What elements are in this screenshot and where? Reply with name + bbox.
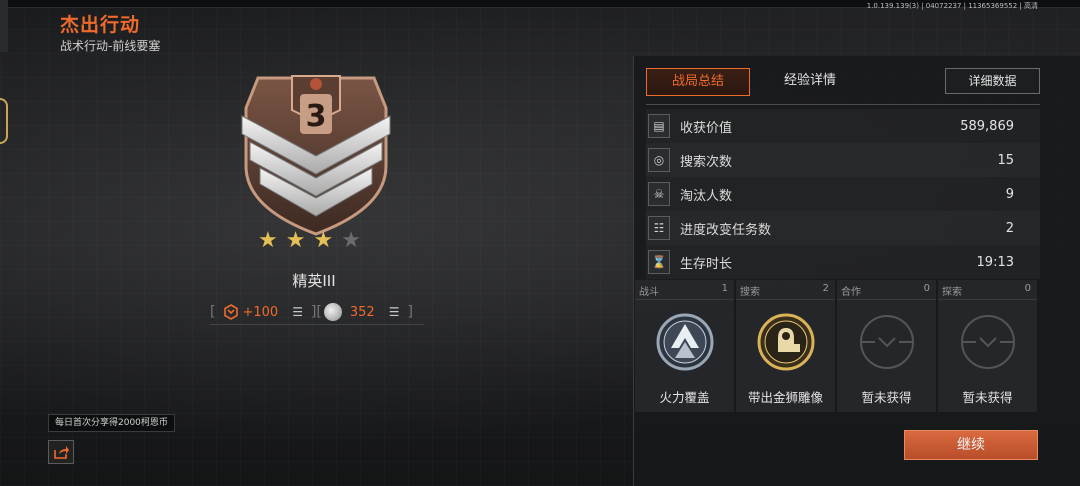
award-card-search[interactable]: 搜索 2 带出金狮雕像 [736, 280, 836, 412]
star-icon: ★ [258, 228, 278, 253]
search-icon: ◎ [648, 148, 670, 172]
stat-value: 15 [997, 152, 1014, 168]
share-icon [54, 446, 69, 459]
award-name: 火力覆盖 [659, 390, 710, 405]
tabs-divider [646, 104, 1040, 105]
coin-icon [323, 303, 342, 321]
award-card-combat[interactable]: 战斗 1 火力覆盖 [635, 280, 735, 412]
coin-value: 352 [349, 304, 375, 320]
award-card-coop[interactable]: 合作 0 暂未获得 [837, 280, 937, 412]
detailed-data-button[interactable]: 详细数据 [945, 68, 1040, 94]
stat-row-search-count: ◎ 搜索次数 15 [646, 143, 1040, 177]
stat-label: 收获价值 [680, 120, 733, 136]
award-category: 合作 [841, 287, 861, 298]
locked-badge-icon [961, 315, 1015, 369]
rank-points-gain: +100 [242, 304, 279, 320]
stat-row-eliminations: ☠ 淘汰人数 9 [646, 177, 1040, 211]
rank-points-icon [224, 304, 239, 320]
stat-value: 589,869 [960, 118, 1014, 134]
page-subtitle: 战术行动-前线要塞 [60, 39, 161, 53]
award-card-explore[interactable]: 探索 0 暂未获得 [938, 280, 1038, 412]
award-divider [635, 299, 734, 300]
left-edge-strip [0, 0, 8, 52]
page-title: 杰出行动 [60, 14, 141, 36]
stat-label: 淘汰人数 [680, 188, 733, 204]
edge-badge-icon [0, 98, 8, 144]
stat-value: 2 [1005, 220, 1014, 236]
stat-value: 9 [1005, 186, 1014, 202]
version-info: 1.0.139.139(3) | 04072237 | 11365369552 … [866, 2, 1038, 10]
rank-stars: ★ ★ ★ ★ [258, 230, 361, 252]
share-tooltip: 每日首次分享得2000柯恩币 [48, 414, 175, 432]
award-name: 暂未获得 [962, 390, 1013, 405]
award-count: 0 [1024, 283, 1031, 294]
arrow-up-badge-icon [656, 313, 714, 371]
rank-name: 精英III [292, 272, 336, 290]
award-category: 战斗 [639, 287, 659, 298]
bracket-right-icon: ][ [310, 304, 322, 320]
stat-label: 进度改变任务数 [680, 222, 772, 238]
tab-exp-details[interactable]: 经验详情 [768, 68, 852, 96]
rank-level-number: 3 [306, 99, 327, 134]
star-empty-icon: ★ [341, 228, 361, 253]
share-button[interactable] [48, 440, 74, 464]
rank-emblem-icon: 3 [241, 75, 391, 236]
award-header: 探索 0 [942, 283, 1031, 299]
star-icon: ★ [285, 228, 306, 253]
rank-points-bar: [ +100 ☰ ][ 352 ☰ ] [210, 301, 424, 325]
award-name: 带出金狮雕像 [747, 390, 823, 405]
star-icon: ★ [313, 228, 334, 253]
award-name: 暂未获得 [861, 390, 912, 405]
sphinx-badge-icon [757, 313, 815, 371]
locked-badge-icon [860, 315, 914, 369]
stat-row-loot-value: ▤ 收获价值 589,869 [646, 109, 1040, 143]
stat-row-survival-time: ⌛ 生存时长 19:13 [646, 245, 1040, 279]
skull-icon: ☠ [648, 182, 670, 206]
award-header: 合作 0 [841, 283, 930, 299]
money-icon: ▤ [648, 114, 670, 138]
award-header: 战斗 1 [639, 283, 728, 299]
stat-row-task-progress: ☷ 进度改变任务数 2 [646, 211, 1040, 245]
hourglass-icon: ⌛ [648, 250, 670, 274]
award-divider [837, 299, 936, 300]
coin-detail-icon[interactable]: ☰ [389, 305, 400, 319]
stats-list: ▤ 收获价值 589,869 ◎ 搜索次数 15 ☠ 淘汰人数 9 ☷ 进度改变… [646, 109, 1040, 279]
rank-bar-underline [210, 324, 424, 325]
award-header: 搜索 2 [740, 283, 829, 299]
award-category: 探索 [942, 287, 962, 298]
awards-grid: 战斗 1 火力覆盖 搜索 2 带出金狮雕像 合作 0 暂未获得 探索 0 暂未获… [634, 280, 1040, 412]
award-divider [938, 299, 1037, 300]
rank-points-detail-icon[interactable]: ☰ [292, 305, 303, 319]
summary-panel: 战局总结 经验详情 详细数据 ▤ 收获价值 589,869 ◎ 搜索次数 15 … [633, 56, 1080, 486]
continue-button[interactable]: 继续 [904, 430, 1038, 460]
award-count: 0 [923, 283, 930, 294]
tab-battle-summary[interactable]: 战局总结 [646, 68, 750, 96]
stat-value: 19:13 [976, 254, 1014, 270]
award-count: 2 [822, 283, 829, 294]
checklist-icon: ☷ [648, 216, 670, 240]
bracket-end-icon: ] [407, 304, 413, 320]
award-category: 搜索 [740, 287, 760, 298]
award-count: 1 [721, 283, 728, 294]
bracket-left-icon: [ [210, 304, 216, 320]
award-divider [736, 299, 835, 300]
stat-label: 搜索次数 [680, 154, 733, 170]
stat-label: 生存时长 [680, 256, 733, 272]
